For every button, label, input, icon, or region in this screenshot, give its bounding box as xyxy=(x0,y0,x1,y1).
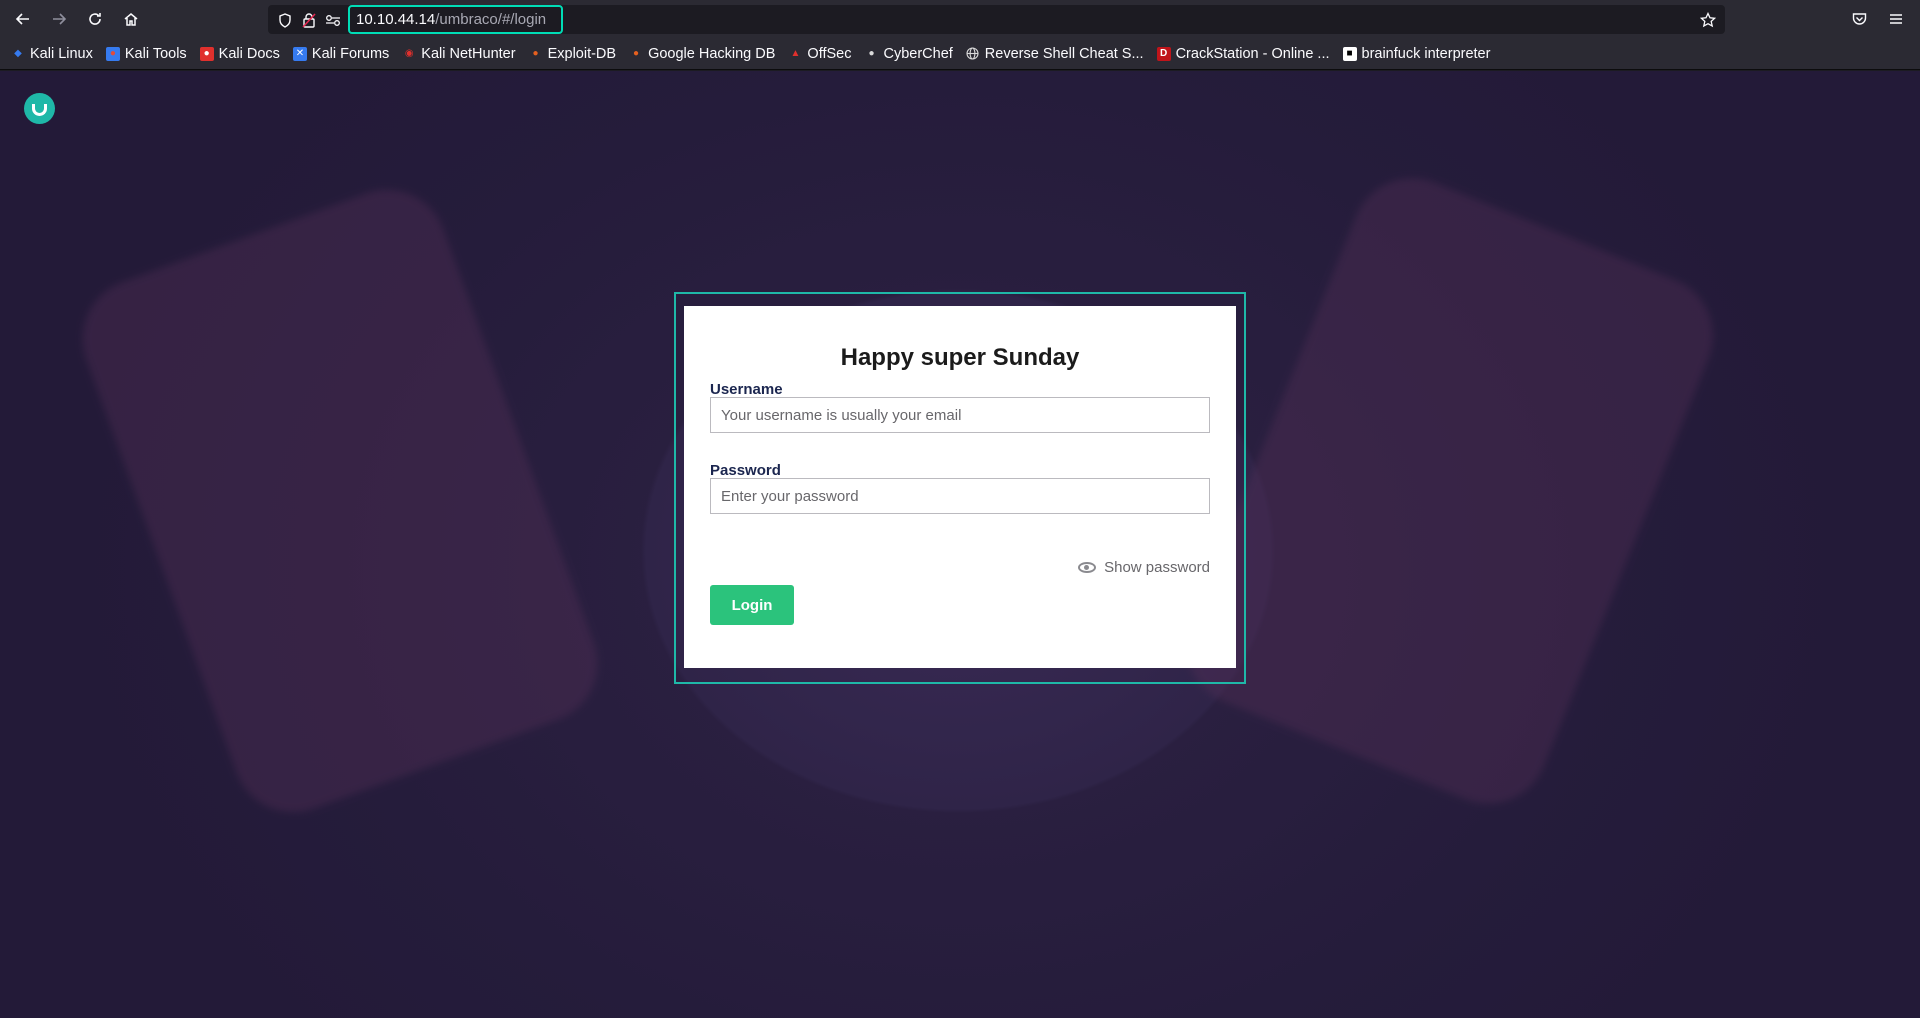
bookmark-kali-tools[interactable]: ● Kali Tools xyxy=(105,45,187,62)
login-title: Happy super Sunday xyxy=(840,344,1080,371)
reload-icon xyxy=(89,13,101,25)
bookmark-label: Kali Tools xyxy=(124,45,187,62)
bookmarks-bar: ◆ Kali Linux ● Kali Tools ● Kali Docs ✕ Kali… xyxy=(0,38,1920,70)
bookmark-label: Kali Forums xyxy=(311,45,390,62)
forward-button[interactable] xyxy=(45,5,73,33)
menu-icon[interactable] xyxy=(1882,5,1910,33)
password-input[interactable]: Enter your password xyxy=(710,478,1210,514)
bookmark-brainfuck[interactable]: ■ brainfuck interpreter xyxy=(1342,45,1491,62)
bookmark-kali-forums[interactable]: ✕ Kali Forums xyxy=(292,45,390,62)
bookmark-label: Kali Docs xyxy=(218,45,280,62)
login-button[interactable]: Login xyxy=(710,585,794,625)
arrow-left-icon xyxy=(15,13,29,25)
kali-dragon-icon: ◆ xyxy=(14,48,22,59)
bookmark-kali-nethunter[interactable]: ◉ Kali NetHunter xyxy=(402,45,516,62)
star-icon[interactable] xyxy=(1699,11,1717,29)
bookmark-kali-docs[interactable]: ● Kali Docs xyxy=(199,45,280,62)
show-password-toggle[interactable]: Show password xyxy=(1078,559,1210,576)
back-button[interactable] xyxy=(9,5,37,33)
ghdb-icon: ● xyxy=(633,48,640,59)
bookmark-label: CyberChef xyxy=(883,45,953,62)
kali-tools-icon: ● xyxy=(105,46,120,61)
bookmark-label: OffSec xyxy=(807,45,852,62)
home-icon xyxy=(124,13,138,26)
nethunter-icon: ◉ xyxy=(404,48,414,59)
chef-hat-icon: ● xyxy=(868,48,875,59)
bookmark-kali-linux[interactable]: ◆ Kali Linux xyxy=(11,46,93,62)
home-button[interactable] xyxy=(117,5,145,33)
arrow-right-icon xyxy=(53,13,67,25)
globe-icon xyxy=(966,47,980,61)
eye-icon xyxy=(1078,562,1097,573)
login-card: Happy super Sunday Username Your usernam… xyxy=(684,306,1236,668)
show-password-label: Show password xyxy=(1104,559,1210,576)
url-bar[interactable]: 10.10.44.14/umbraco/#/login xyxy=(268,5,1725,34)
bookmark-label: Google Hacking DB xyxy=(648,45,776,62)
kali-forums-icon: ✕ xyxy=(292,46,307,61)
bookmark-label: Kali NetHunter xyxy=(421,45,516,62)
offsec-icon: ▲ xyxy=(790,48,801,59)
browser-toolbar: 10.10.44.14/umbraco/#/login xyxy=(0,0,1920,38)
bookmark-exploit-db[interactable]: ● Exploit-DB xyxy=(529,46,617,62)
crackstation-icon: D xyxy=(1156,46,1171,61)
url-path: /umbraco/#/login xyxy=(435,11,547,28)
bookmark-label: Reverse Shell Cheat S... xyxy=(984,45,1144,62)
reload-button[interactable] xyxy=(81,5,109,33)
username-input[interactable]: Your username is usually your email xyxy=(710,397,1210,433)
bookmark-label: Kali Linux xyxy=(30,45,93,62)
bookmark-reverse-shell[interactable]: Reverse Shell Cheat S... xyxy=(966,46,1144,62)
bookmark-google-hacking-db[interactable]: ● Google Hacking DB xyxy=(629,46,775,62)
bookmark-label: CrackStation - Online ... xyxy=(1175,45,1330,62)
permissions-icon[interactable] xyxy=(324,11,342,29)
password-label: Password xyxy=(710,462,781,479)
brainfuck-icon: ■ xyxy=(1342,46,1357,61)
pocket-icon[interactable] xyxy=(1845,5,1873,33)
bookmark-offsec[interactable]: ▲ OffSec xyxy=(788,46,851,62)
bookmark-label: Exploit-DB xyxy=(547,45,617,62)
shield-icon[interactable] xyxy=(276,11,294,29)
bookmark-label: brainfuck interpreter xyxy=(1361,45,1491,62)
background-hand-right xyxy=(1168,160,1732,822)
url-text[interactable]: 10.10.44.14/umbraco/#/login xyxy=(348,5,563,34)
insecure-lock-icon[interactable] xyxy=(300,11,318,29)
kali-docs-icon: ● xyxy=(199,46,214,61)
bookmark-crackstation[interactable]: D CrackStation - Online ... xyxy=(1156,45,1330,62)
url-host: 10.10.44.14 xyxy=(356,11,436,28)
background-hand-left xyxy=(65,172,615,830)
bookmark-cyberchef[interactable]: ● CyberChef xyxy=(864,46,952,62)
username-label: Username xyxy=(710,381,783,398)
umbraco-logo[interactable] xyxy=(24,93,55,124)
exploit-db-icon: ● xyxy=(532,48,539,59)
